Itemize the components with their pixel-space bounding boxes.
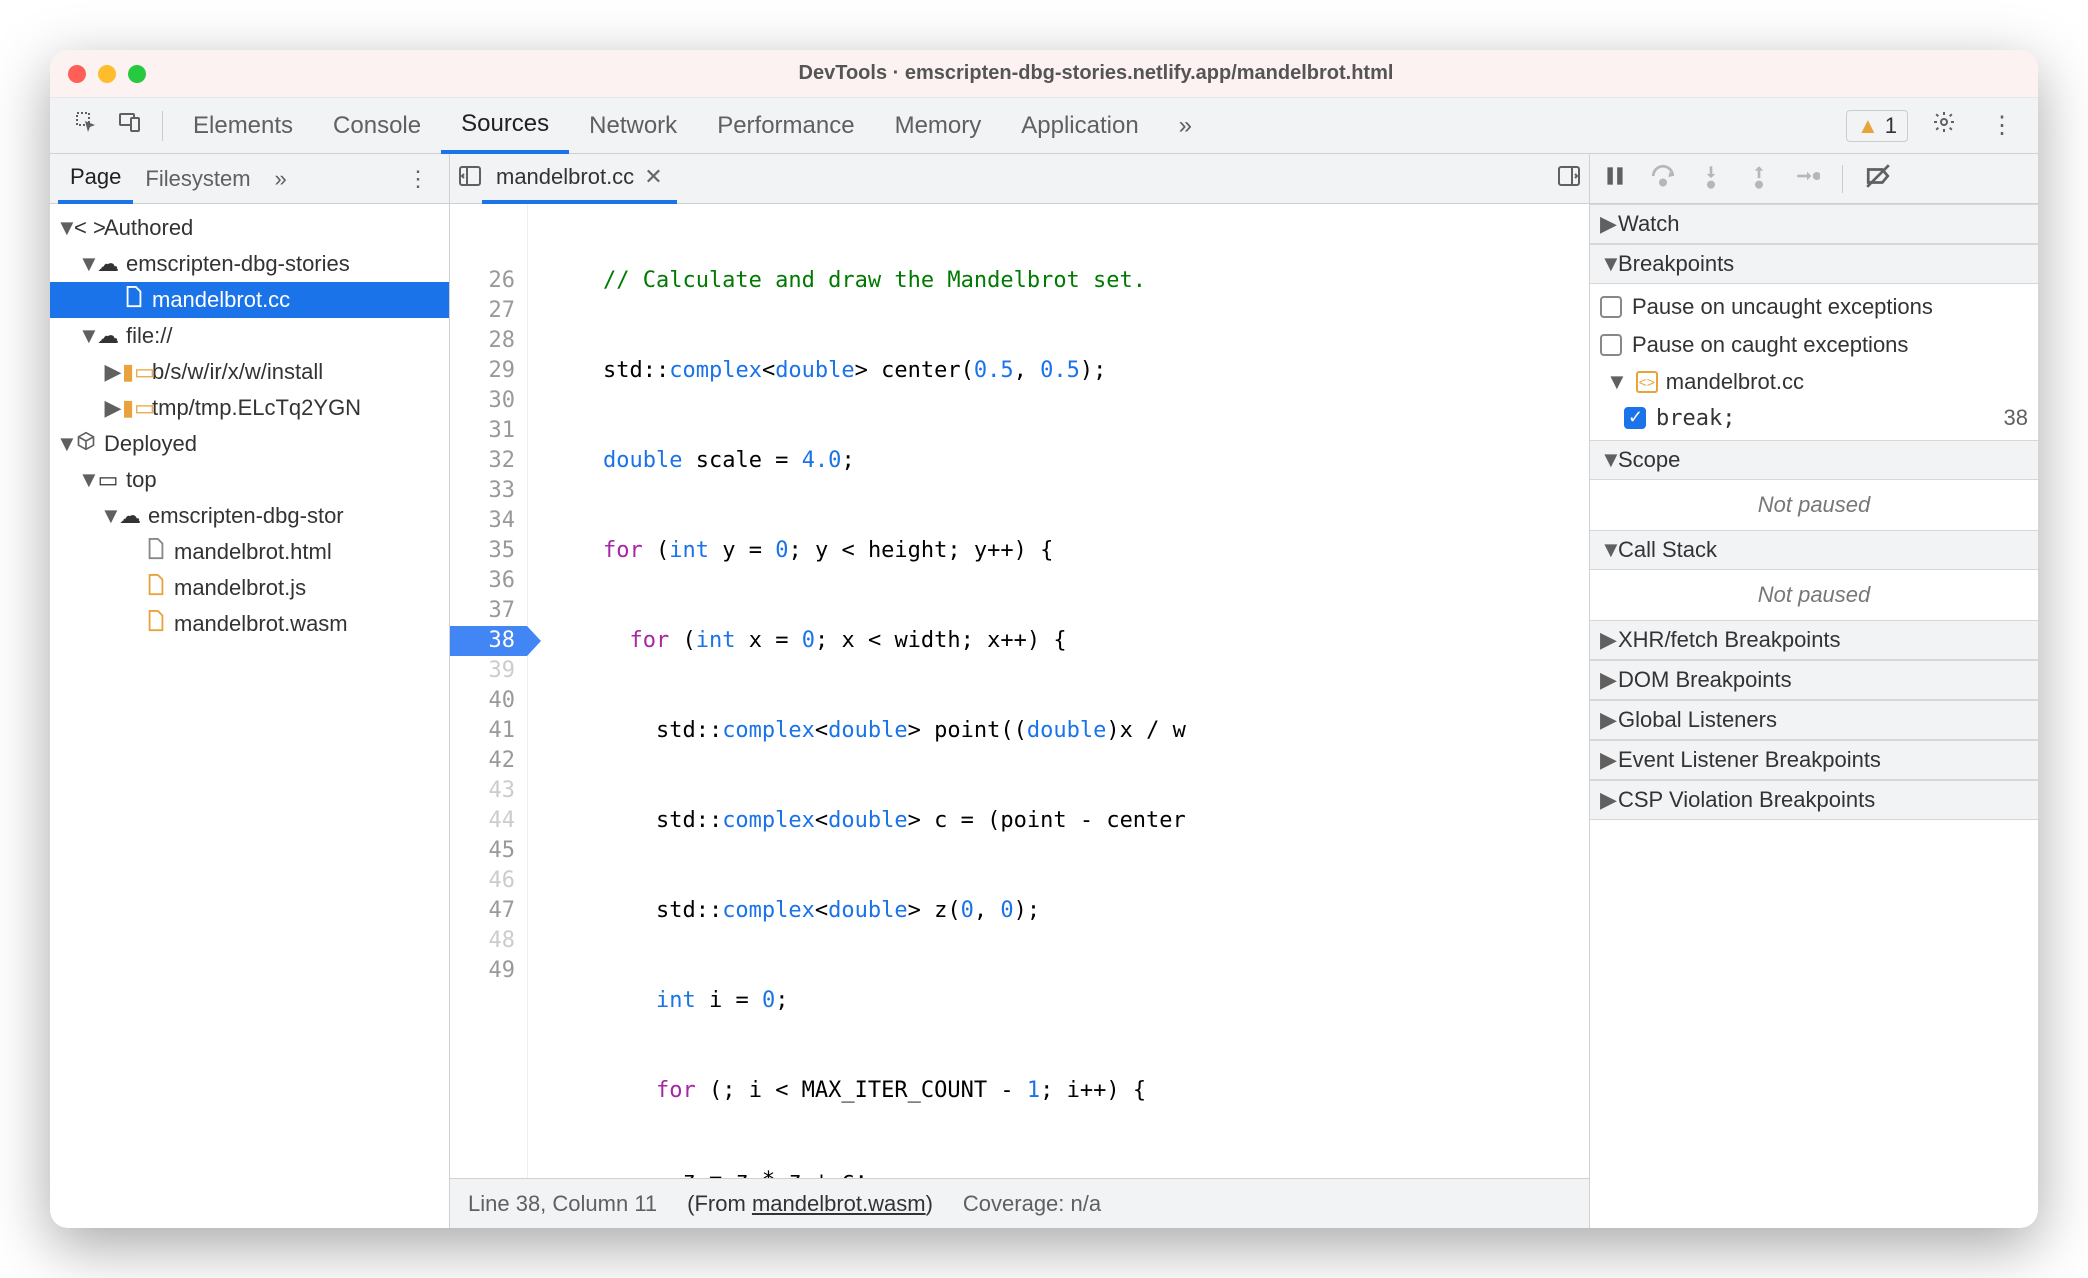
checkbox-checked-icon[interactable] [1624,407,1646,429]
breakpoint-marker[interactable]: 38 [450,626,527,656]
deactivate-breakpoints-icon[interactable] [1865,163,1891,195]
tree-top-frame[interactable]: ▼▭top [50,462,449,498]
folder-icon: ▮▭ [122,395,146,421]
tab-memory[interactable]: Memory [875,98,1002,154]
window-titlebar: DevTools · emscripten-dbg-stories.netlif… [50,50,2038,98]
window-title: DevTools · emscripten-dbg-stories.netlif… [172,62,2020,85]
close-file-tab-icon[interactable]: ✕ [644,164,662,190]
file-icon [122,286,146,314]
navigator-menu-icon[interactable]: ⋮ [395,154,441,204]
toggle-debugger-icon[interactable] [1557,164,1581,194]
minimize-window-icon[interactable] [98,65,116,83]
file-icon [144,538,168,566]
cursor-position: Line 38, Column 11 [468,1191,657,1217]
checkbox-icon[interactable] [1600,296,1622,318]
section-scope[interactable]: ▼Scope [1590,440,2038,480]
code-editor[interactable]: 2627282930313233343536373839404142434445… [450,204,1589,1178]
settings-icon[interactable] [1932,110,1956,141]
cloud-icon: ☁ [96,251,120,277]
tab-sources[interactable]: Sources [441,98,569,154]
tab-elements[interactable]: Elements [173,98,313,154]
cloud-icon: ☁ [118,503,142,529]
file-icon [144,610,168,638]
line-gutter[interactable]: 2627282930313233343536373839404142434445… [450,204,528,1178]
pause-caught-row[interactable]: Pause on caught exceptions [1600,326,2028,364]
section-event-listener-breakpoints[interactable]: ▶Event Listener Breakpoints [1590,740,2038,780]
cube-icon [74,431,98,457]
tree-file-mandelbrot-html[interactable]: mandelbrot.html [50,534,449,570]
warnings-badge[interactable]: ▲ 1 [1846,110,1908,142]
tree-origin-deployed[interactable]: ▼☁emscripten-dbg-stor [50,498,449,534]
code-content[interactable]: // Calculate and draw the Mandelbrot set… [528,204,1589,1178]
step-out-icon[interactable] [1746,163,1772,195]
panel-tabs: Elements Console Sources Network Perform… [173,98,1212,154]
breakpoint-entry[interactable]: break; 38 [1600,400,2028,436]
source-origin: (From mandelbrot.wasm) [687,1191,933,1217]
inspect-element-icon[interactable] [74,110,98,141]
device-toolbar-icon[interactable] [118,110,142,141]
tree-file-mandelbrot-js[interactable]: mandelbrot.js [50,570,449,606]
close-window-icon[interactable] [68,65,86,83]
tab-network[interactable]: Network [569,98,697,154]
cloud-icon: ☁ [96,323,120,349]
tab-console[interactable]: Console [313,98,441,154]
tree-file-mandelbrot-cc[interactable]: mandelbrot.cc [50,282,449,318]
warning-count: 1 [1885,113,1897,139]
editor-status-bar: Line 38, Column 11 (From mandelbrot.wasm… [450,1178,1589,1228]
tree-folder-install[interactable]: ▶▮▭b/s/w/ir/x/w/install [50,354,449,390]
debugger-toolbar [1590,154,2038,204]
warning-icon: ▲ [1857,113,1879,139]
tree-folder-tmp[interactable]: ▶▮▭tmp/tmp.ELcTq2YGN [50,390,449,426]
more-navigator-tabs-icon[interactable]: » [263,154,299,204]
section-xhr-breakpoints[interactable]: ▶XHR/fetch Breakpoints [1590,620,2038,660]
file-icon [144,574,168,602]
tab-page[interactable]: Page [58,154,133,204]
pause-resume-icon[interactable] [1602,163,1628,195]
callstack-not-paused: Not paused [1590,570,2038,620]
tree-file-mandelbrot-wasm[interactable]: mandelbrot.wasm [50,606,449,642]
checkbox-icon[interactable] [1600,334,1622,356]
main-toolbar: Elements Console Sources Network Perform… [50,98,2038,154]
folder-icon: ▮▭ [122,359,146,385]
source-file-icon: <> [1636,371,1658,393]
frame-icon: ▭ [96,467,120,493]
pause-uncaught-row[interactable]: Pause on uncaught exceptions [1600,288,2028,326]
more-tabs-icon[interactable]: » [1159,98,1212,154]
scope-not-paused: Not paused [1590,480,2038,530]
breakpoint-file-group[interactable]: ▼<>mandelbrot.cc [1600,364,2028,400]
tree-file-scheme[interactable]: ▼☁file:// [50,318,449,354]
maximize-window-icon[interactable] [128,65,146,83]
section-call-stack[interactable]: ▼Call Stack [1590,530,2038,570]
toggle-navigator-icon[interactable] [458,164,482,194]
section-global-listeners[interactable]: ▶Global Listeners [1590,700,2038,740]
tree-origin-stories[interactable]: ▼☁emscripten-dbg-stories [50,246,449,282]
step-into-icon[interactable] [1698,163,1724,195]
step-icon[interactable] [1794,163,1820,195]
file-tab-mandelbrot-cc[interactable]: mandelbrot.cc ✕ [482,154,677,204]
file-tree: ▼< >Authored ▼☁emscripten-dbg-stories ma… [50,204,449,1228]
tab-filesystem[interactable]: Filesystem [133,154,262,204]
coverage-status: Coverage: n/a [963,1191,1101,1217]
section-breakpoints[interactable]: ▼Breakpoints [1590,244,2038,284]
step-over-icon[interactable] [1650,163,1676,195]
section-watch[interactable]: ▶Watch [1590,204,2038,244]
tab-application[interactable]: Application [1001,98,1158,154]
section-dom-breakpoints[interactable]: ▶DOM Breakpoints [1590,660,2038,700]
more-menu-icon[interactable]: ⋮ [1990,111,2014,140]
tree-group-authored[interactable]: ▼< >Authored [50,210,449,246]
tab-performance[interactable]: Performance [697,98,874,154]
section-csp-breakpoints[interactable]: ▶CSP Violation Breakpoints [1590,780,2038,820]
tree-group-deployed[interactable]: ▼Deployed [50,426,449,462]
